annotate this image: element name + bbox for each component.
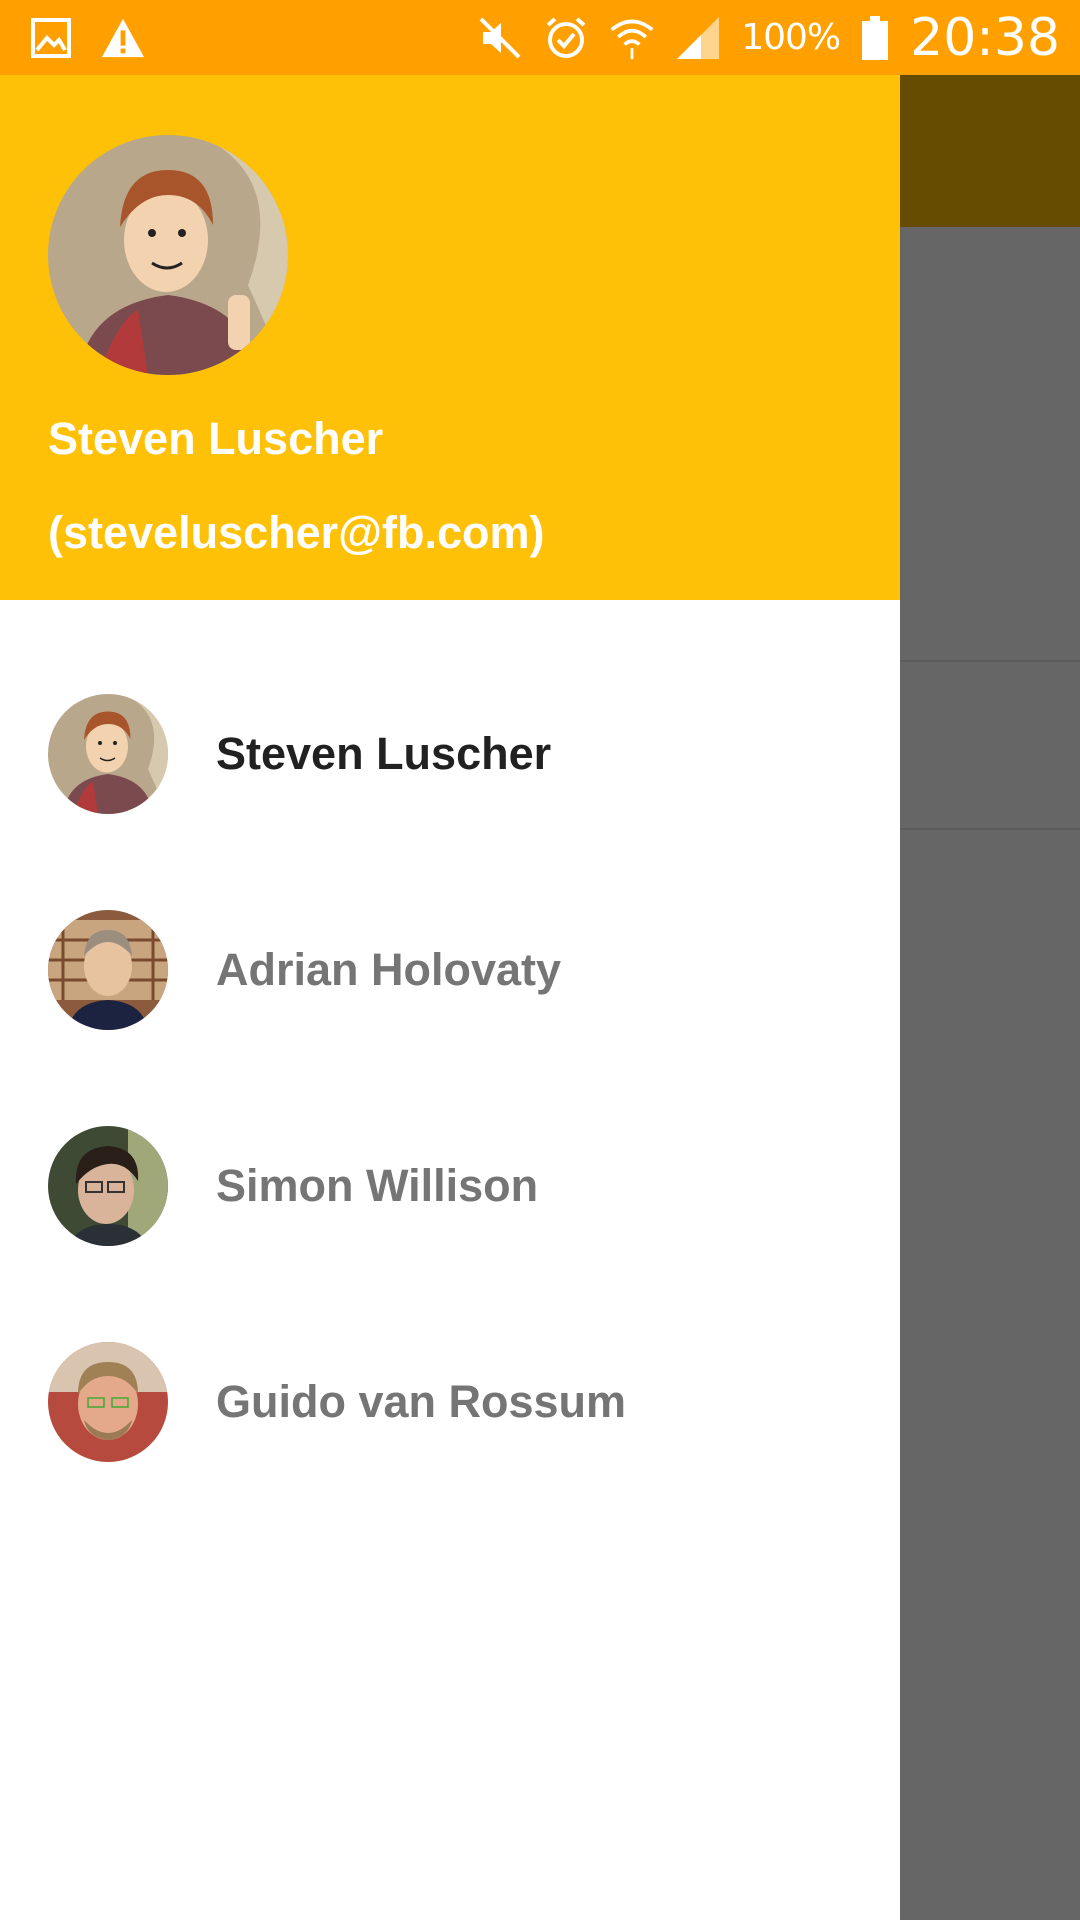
user-avatar[interactable] (48, 135, 288, 375)
warning-icon (100, 15, 146, 61)
battery-icon (860, 15, 890, 61)
clock-time: 20:38 (910, 7, 1060, 68)
avatar (48, 910, 168, 1030)
account-list: Steven Luscher Adrian Holovaty Simon Wil… (0, 600, 900, 1510)
account-name: Steven Luscher (216, 728, 552, 779)
account-item-steven-luscher[interactable]: Steven Luscher (0, 646, 900, 862)
account-item-adrian-holovaty[interactable]: Adrian Holovaty (0, 862, 900, 1078)
user-email: (steveluscher@fb.com) (48, 507, 545, 558)
signal-icon (675, 15, 721, 61)
battery-percentage: 100% (741, 17, 841, 58)
account-name: Adrian Holovaty (216, 944, 562, 995)
avatar (48, 1126, 168, 1246)
status-bar: 100% 20:38 (0, 0, 1080, 75)
avatar (48, 1342, 168, 1462)
alarm-icon (543, 15, 589, 61)
wifi-icon (609, 15, 655, 61)
account-name: Guido van Rossum (216, 1376, 627, 1427)
mute-icon (477, 15, 523, 61)
image-icon (28, 15, 74, 61)
navigation-drawer: Steven Luscher (steveluscher@fb.com) Ste… (0, 75, 900, 1920)
account-item-guido-van-rossum[interactable]: Guido van Rossum (0, 1294, 900, 1510)
account-item-simon-willison[interactable]: Simon Willison (0, 1078, 900, 1294)
avatar (48, 694, 168, 814)
account-name: Simon Willison (216, 1160, 539, 1211)
user-name: Steven Luscher (48, 413, 384, 464)
drawer-header: Steven Luscher (steveluscher@fb.com) (0, 75, 900, 600)
